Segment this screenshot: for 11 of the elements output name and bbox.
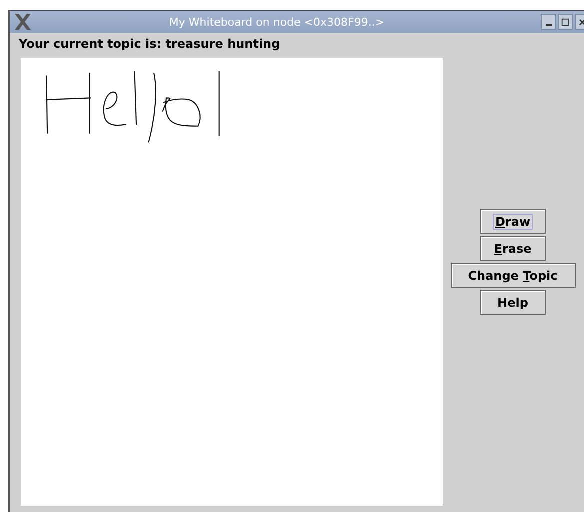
maximize-button[interactable] bbox=[558, 14, 573, 30]
action-button[interactable]: Change Topic bbox=[450, 263, 576, 288]
action-button[interactable]: Help bbox=[480, 290, 546, 315]
window-title: My Whiteboard on node <0x308F99..> bbox=[168, 16, 386, 28]
action-button[interactable]: Erase bbox=[480, 236, 546, 261]
maximize-icon bbox=[561, 18, 570, 26]
x-logo-icon bbox=[13, 13, 33, 31]
minimize-icon bbox=[546, 24, 552, 26]
minimize-button[interactable] bbox=[541, 14, 556, 30]
topic-label: Your current topic is: treasure hunting bbox=[18, 36, 282, 53]
action-button[interactable]: Draw bbox=[480, 209, 546, 234]
